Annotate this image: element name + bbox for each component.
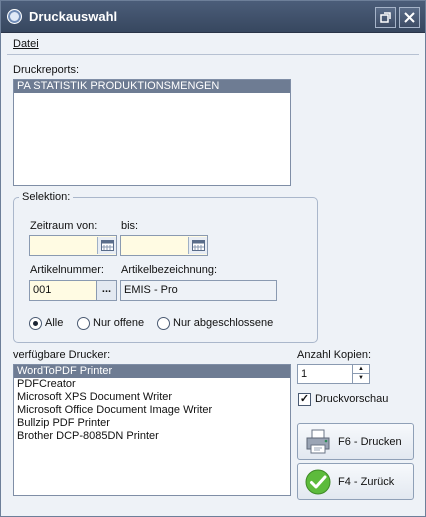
printer-item[interactable]: PDFCreator	[14, 378, 290, 391]
menu-datei[interactable]: Datei	[13, 38, 39, 50]
app-icon	[7, 9, 22, 24]
date-to-calendar-button[interactable]	[188, 237, 207, 254]
radio-open[interactable]	[77, 317, 90, 330]
radio-all[interactable]	[29, 317, 42, 330]
spin-down-icon[interactable]: ▼	[353, 374, 369, 383]
back-button-label: F4 - Zurück	[338, 476, 395, 488]
copies-spin-buttons: ▲ ▼	[352, 365, 369, 383]
close-button[interactable]	[399, 7, 420, 28]
printer-item[interactable]: Bullzip PDF Printer	[14, 417, 290, 430]
close-icon	[404, 12, 415, 23]
printer-item[interactable]: Brother DCP-8085DN Printer	[14, 430, 290, 443]
restore-icon	[380, 12, 391, 23]
print-button-label: F6 - Drucken	[338, 436, 402, 448]
restore-button[interactable]	[375, 7, 396, 28]
radio-closed[interactable]	[157, 317, 170, 330]
title-bar[interactable]: Druckauswahl	[1, 1, 425, 33]
article-description-field: EMIS - Pro	[120, 280, 277, 301]
preview-label[interactable]: Druckvorschau	[315, 393, 388, 405]
printers-label: verfügbare Drucker:	[13, 349, 111, 361]
selection-title: Selektion:	[19, 191, 74, 203]
menu-bar: Datei	[1, 34, 425, 54]
menu-divider	[7, 54, 419, 55]
checkmark-icon	[305, 469, 331, 495]
article-lookup-button[interactable]: ...	[96, 281, 116, 300]
copies-value[interactable]: 1	[301, 368, 307, 380]
print-button[interactable]: F6 - Drucken	[297, 423, 414, 460]
copies-label: Anzahl Kopien:	[297, 349, 371, 361]
printer-icon	[306, 429, 330, 454]
reports-listbox[interactable]: PA STATISTIK PRODUKTIONSMENGEN	[13, 79, 291, 186]
spin-up-icon[interactable]: ▲	[353, 365, 369, 374]
printer-item[interactable]: Microsoft Office Document Image Writer	[14, 404, 290, 417]
reports-label: Druckreports:	[13, 64, 80, 76]
copies-spinner[interactable]: 1 ▲ ▼	[297, 364, 370, 384]
dialog-window: Druckauswahl Datei Druckreports: PA STAT…	[0, 0, 426, 517]
preview-checkbox[interactable]: ✓	[298, 393, 311, 406]
radio-open-label[interactable]: Nur offene	[93, 317, 144, 329]
calendar-icon	[100, 240, 114, 251]
article-number-field[interactable]: 001 ...	[29, 280, 117, 301]
window-title: Druckauswahl	[29, 9, 118, 24]
article-description-label: Artikelbezeichnung:	[121, 264, 218, 276]
printer-item[interactable]: WordToPDF Printer	[14, 365, 290, 378]
back-button[interactable]: F4 - Zurück	[297, 463, 414, 500]
date-from-calendar-button[interactable]	[97, 237, 116, 254]
from-label: Zeitraum von:	[30, 220, 98, 232]
reports-list-item[interactable]: PA STATISTIK PRODUKTIONSMENGEN	[14, 80, 290, 93]
printers-listbox[interactable]: WordToPDF Printer PDFCreator Microsoft X…	[13, 364, 291, 496]
article-number-label: Artikelnummer:	[30, 264, 104, 276]
radio-closed-label[interactable]: Nur abgeschlossene	[173, 317, 273, 329]
article-number-value: 001	[33, 284, 52, 296]
printer-item[interactable]: Microsoft XPS Document Writer	[14, 391, 290, 404]
calendar-icon	[191, 240, 205, 251]
to-label: bis:	[121, 220, 139, 232]
radio-all-label[interactable]: Alle	[45, 317, 63, 329]
